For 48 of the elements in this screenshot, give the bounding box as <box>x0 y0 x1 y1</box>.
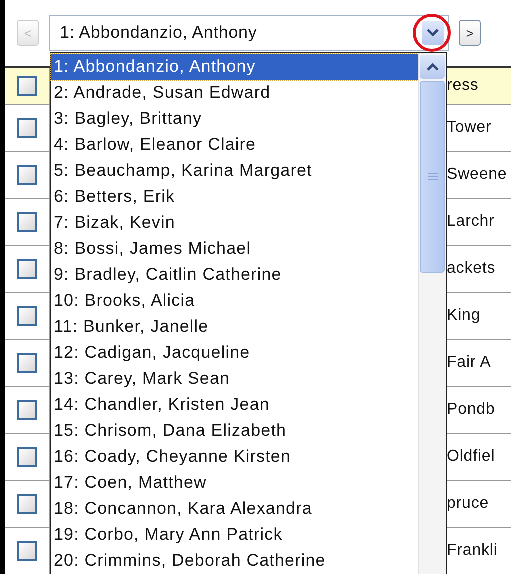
list-item[interactable]: 1: Abbondanzio, Anthony <box>51 54 418 80</box>
table-cell-text: Oldfiel <box>447 448 496 466</box>
list-item[interactable]: 4: Barlow, Eleanor Claire <box>51 132 418 158</box>
table-cell-text: Sweene <box>447 166 508 184</box>
checkbox[interactable] <box>17 447 37 467</box>
list-item[interactable]: 5: Beauchamp, Karina Margaret <box>51 158 418 184</box>
list-item[interactable]: 12: Cadigan, Jacqueline <box>51 340 418 366</box>
list-item[interactable]: 6: Betters, Erik <box>51 184 418 210</box>
checkbox[interactable] <box>17 353 37 373</box>
list-item[interactable]: 10: Brooks, Alicia <box>51 288 418 314</box>
checkbox[interactable] <box>17 494 37 514</box>
checkbox[interactable] <box>17 541 37 561</box>
scroll-thumb[interactable] <box>420 81 445 273</box>
list-item[interactable]: 2: Andrade, Susan Edward <box>51 80 418 106</box>
list-item[interactable]: 11: Bunker, Janelle <box>51 314 418 340</box>
list-item[interactable]: 3: Bagley, Brittany <box>51 106 418 132</box>
table-cell-text: ackets <box>447 260 497 278</box>
checkbox[interactable] <box>17 306 37 326</box>
checkbox[interactable] <box>17 118 37 138</box>
column-header: ress <box>447 77 480 95</box>
scroll-up-icon[interactable] <box>420 55 445 79</box>
chevron-down-icon[interactable] <box>422 21 444 45</box>
next-button[interactable]: > <box>459 20 481 46</box>
scrollbar[interactable] <box>418 53 446 574</box>
table-cell-text: King <box>447 307 482 325</box>
list-item[interactable]: 7: Bizak, Kevin <box>51 210 418 236</box>
list-item[interactable]: 20: Crimmins, Deborah Catherine <box>51 548 418 574</box>
checkbox[interactable] <box>17 400 37 420</box>
table-cell-text: Tower <box>447 119 493 137</box>
list-item[interactable]: 16: Coady, Cheyanne Kirsten <box>51 444 418 470</box>
list-item[interactable]: 9: Bradley, Caitlin Catherine <box>51 262 418 288</box>
checkbox[interactable] <box>17 76 37 96</box>
table-cell-text: Frankli <box>447 542 499 560</box>
table-cell-text: Larchr <box>447 213 496 231</box>
list-item[interactable]: 17: Coen, Matthew <box>51 470 418 496</box>
list-item[interactable]: 19: Corbo, Mary Ann Patrick <box>51 522 418 548</box>
table-cell-text: Pondb <box>447 401 496 419</box>
checkbox[interactable] <box>17 259 37 279</box>
list-item[interactable]: 18: Concannon, Kara Alexandra <box>51 496 418 522</box>
list-item[interactable]: 15: Chrisom, Dana Elizabeth <box>51 418 418 444</box>
list-item[interactable]: 8: Bossi, James Michael <box>51 236 418 262</box>
table-cell-text: Fair A <box>447 354 492 372</box>
checkbox[interactable] <box>17 165 37 185</box>
checkbox[interactable] <box>17 212 37 232</box>
table-cell-text: pruce <box>447 495 490 513</box>
list-item[interactable]: 13: Carey, Mark Sean <box>51 366 418 392</box>
student-dropdown[interactable]: 1: Abbondanzio, Anthony <box>49 15 449 51</box>
list-item[interactable]: 14: Chandler, Kristen Jean <box>51 392 418 418</box>
